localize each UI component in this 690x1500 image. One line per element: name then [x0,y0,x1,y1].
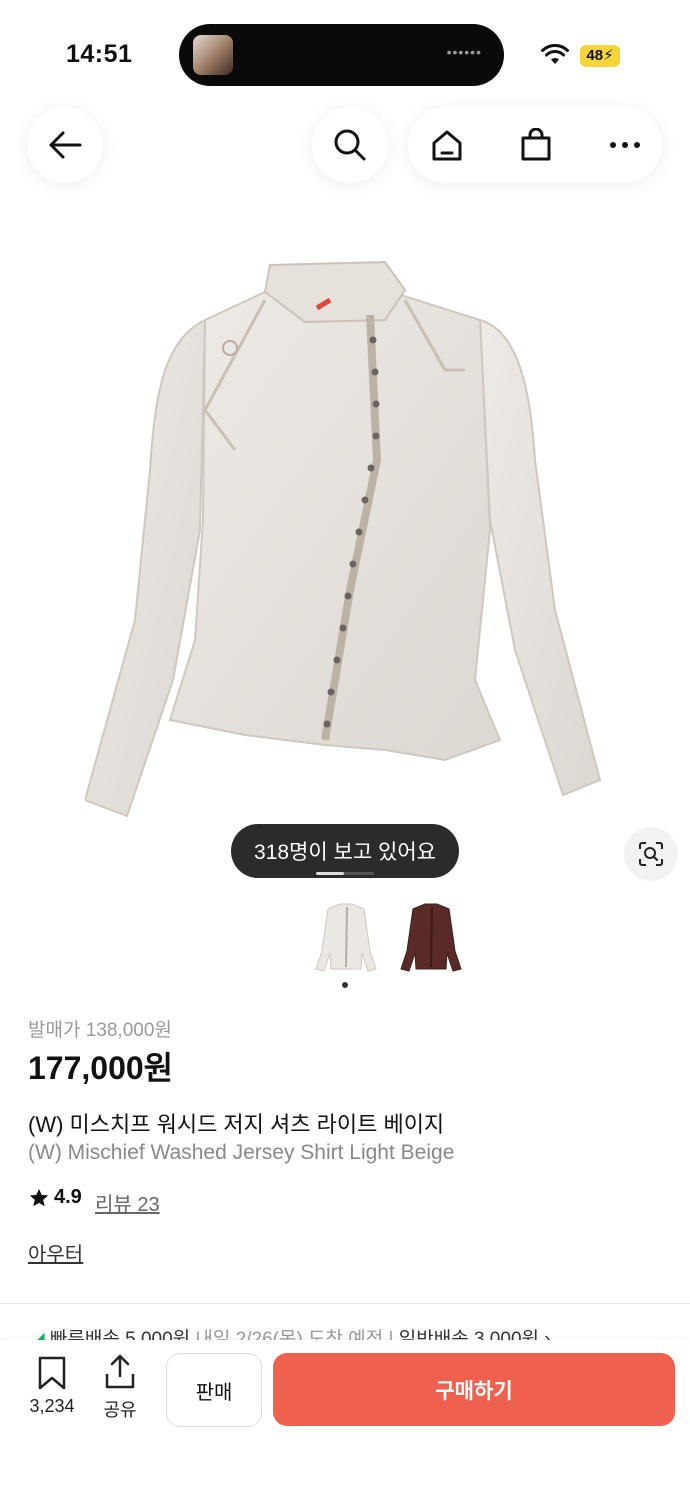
share-icon[interactable] [104,1354,136,1390]
cart-button[interactable] [501,107,571,183]
fast-shipping-label: 빠른배송 5,000원 [49,1329,191,1340]
shipping-separator: | [388,1329,394,1340]
product-image[interactable] [85,260,610,830]
category-link[interactable]: 아우터 [28,1238,83,1267]
share-label: 공유 [103,1400,137,1420]
charging-bolt-icon: ⚡ [603,47,614,64]
battery-indicator: 48⚡ [580,45,620,67]
normal-shipping-label: 일반배송 3,000원 [398,1329,539,1340]
fast-delivery-icon: ◢ [30,1329,45,1340]
gallery-page-indicator [342,982,348,988]
lens-search-icon [639,842,663,866]
shipping-options[interactable]: ◢ 빠른배송 5,000원 내일 2/26(목) 도착 예정 | 일반배송 3,… [30,1324,680,1340]
fast-shipping-date: 내일 2/26(목) 도착 예정 [195,1329,384,1340]
back-button[interactable] [27,107,103,183]
rating: 4.9 [28,1186,82,1209]
beige-shirt-thumbnail [315,903,377,972]
arrow-left-icon [49,131,82,159]
product-name-korean: (W) 미스치프 워시드 저지 셔츠 라이트 베이지 [28,1112,445,1137]
bookmark-count: 3,234 [29,1396,75,1416]
shopping-bag-icon [521,128,551,161]
current-price: 177,000원 [28,1050,174,1086]
nav-action-group [408,107,662,183]
sell-button[interactable]: 판매 [166,1353,262,1427]
search-icon [334,129,366,161]
search-button[interactable] [312,107,388,183]
dynamic-island: •••••• [179,24,504,86]
more-icon [610,142,640,148]
battery-level: 48 [586,47,604,64]
gallery-progress [316,872,374,875]
product-name-english: (W) Mischief Washed Jersey Shirt Light B… [28,1141,455,1164]
rating-value: 4.9 [54,1186,82,1208]
home-button[interactable] [412,107,482,183]
thumbnail-beige[interactable] [311,897,381,977]
chevron-right-icon: › [544,1329,551,1340]
brown-shirt-thumbnail [400,903,462,972]
audio-wave-icon: •••••• [446,44,482,60]
star-icon [29,1188,49,1206]
original-price: 발매가 138,000원 [28,1020,172,1041]
now-playing-thumbnail [193,35,233,75]
more-button[interactable] [590,107,660,183]
bookmark-icon[interactable] [36,1356,68,1390]
wifi-icon [541,44,569,64]
home-icon [432,130,462,161]
thumbnail-brown[interactable] [396,897,466,977]
buy-button[interactable]: 구매하기 [273,1353,675,1426]
status-time: 14:51 [66,40,133,68]
viewer-count-badge: 318명이 보고 있어요 [231,824,459,878]
lens-search-button[interactable] [624,827,678,881]
section-divider [0,1303,690,1304]
review-link[interactable]: 리뷰 23 [95,1188,160,1217]
